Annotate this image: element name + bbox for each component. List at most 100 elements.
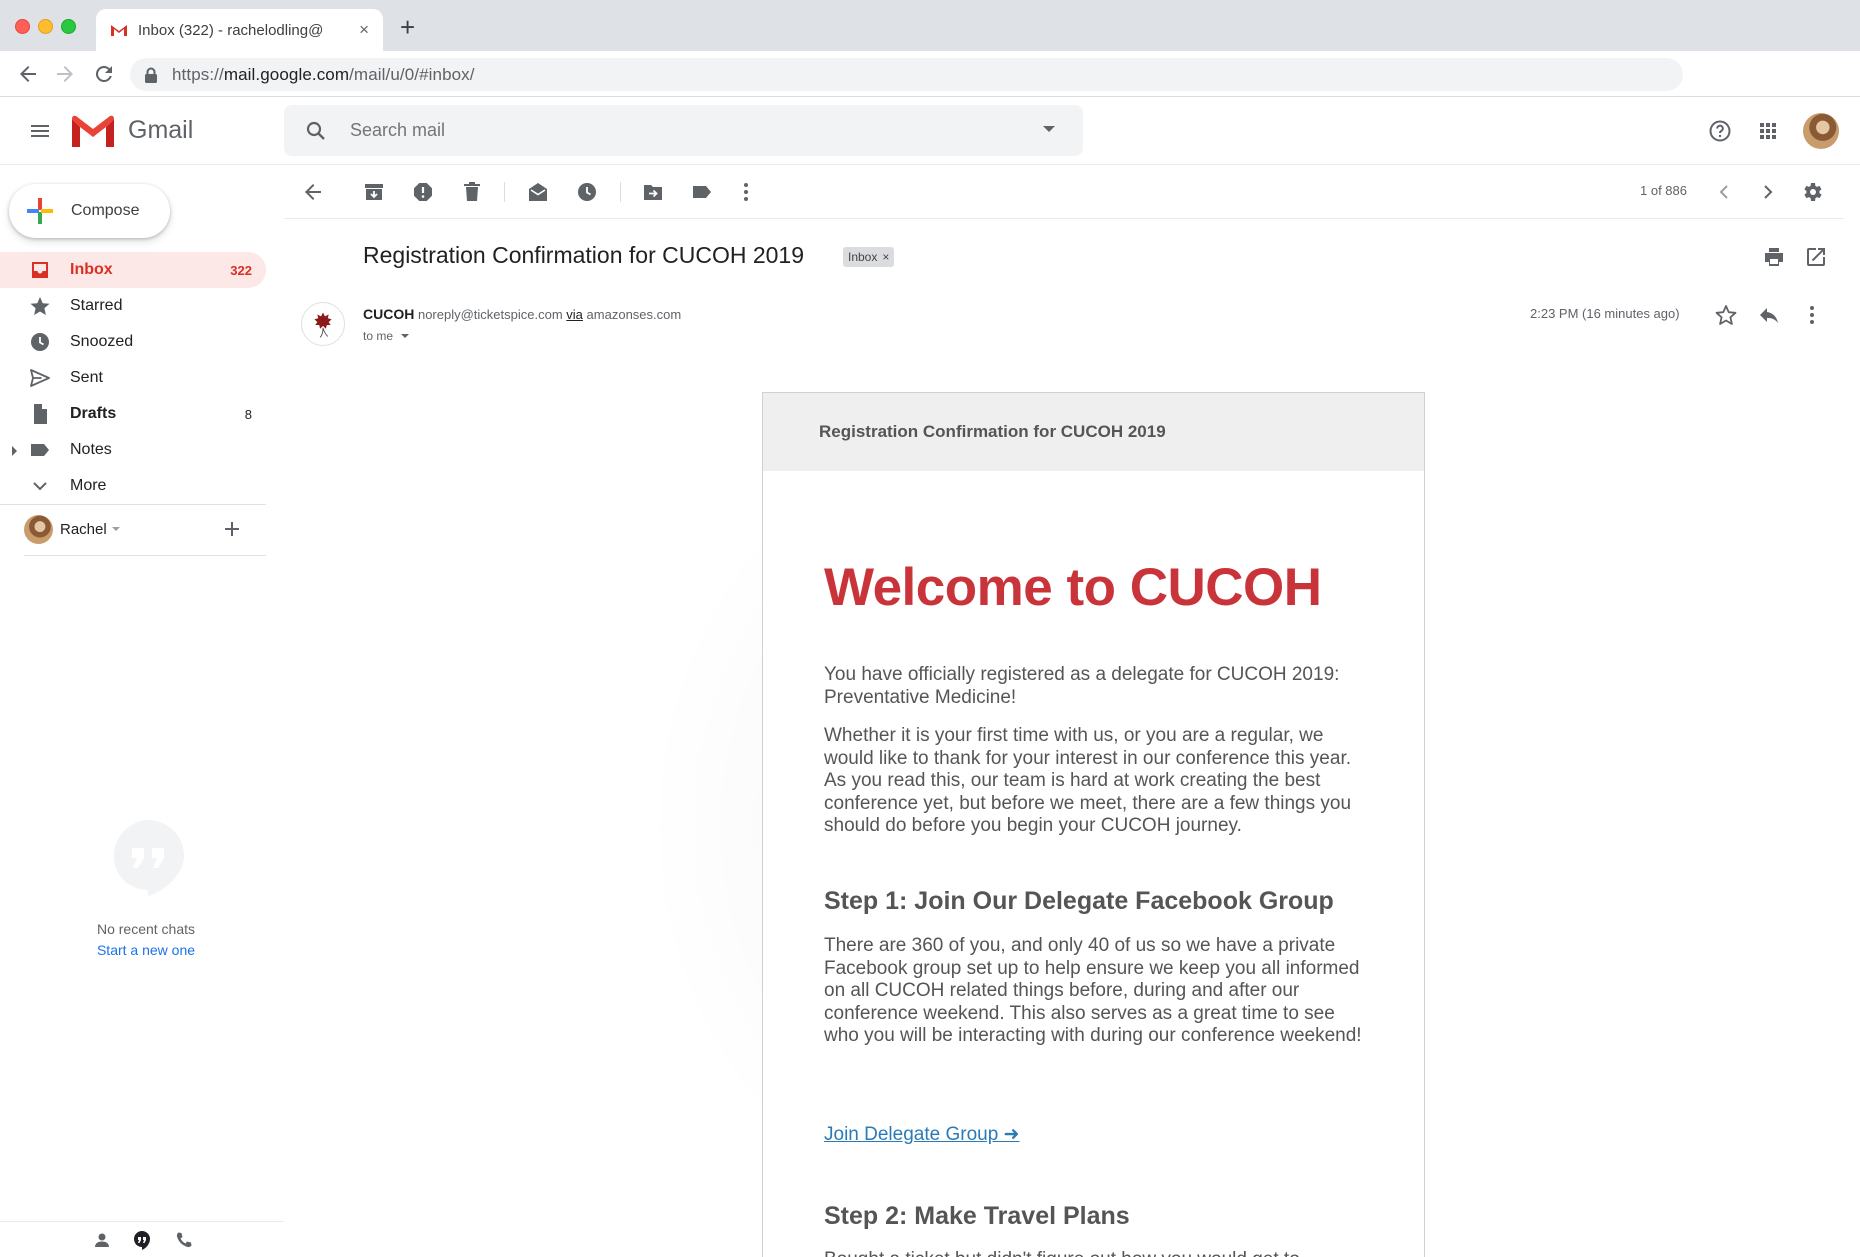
sidebar-divider: [0, 504, 266, 505]
settings-icon[interactable]: [1800, 180, 1824, 204]
search-input[interactable]: [348, 119, 998, 142]
sender-email: noreply@ticketspice.com: [417, 307, 563, 322]
toolbar-separator: [620, 182, 621, 202]
new-tab-button[interactable]: +: [400, 14, 415, 40]
delete-icon[interactable]: [460, 180, 484, 204]
add-chat-icon[interactable]: [220, 517, 244, 541]
chevron-left-icon[interactable]: [1712, 180, 1736, 204]
message-toolbar: 1 of 886: [284, 165, 1844, 219]
tab-title: Inbox (322) - rachelodling@: [138, 21, 324, 39]
sidebar-item-label: More: [70, 477, 107, 494]
search-bar[interactable]: [284, 105, 1083, 156]
thanks-paragraph: Whether it is your first time with us, o…: [824, 725, 1352, 836]
gmail-logo-icon[interactable]: [72, 115, 114, 147]
gmail-favicon-icon: [111, 25, 127, 36]
step2-heading: Step 2: Make Travel Plans: [824, 1202, 1130, 1230]
label-icon: [31, 444, 49, 456]
label-chip-text: Inbox: [848, 250, 878, 264]
reply-icon[interactable]: [1757, 303, 1781, 327]
open-in-new-window-icon[interactable]: [1804, 245, 1828, 269]
back-arrow-icon[interactable]: [301, 180, 325, 204]
expand-arrow-icon[interactable]: [12, 446, 17, 456]
window-zoom-button[interactable]: [61, 19, 76, 34]
recipient-details[interactable]: to me: [363, 329, 410, 343]
sender-line: CUCOH noreply@ticketspice.com via amazon…: [363, 306, 681, 322]
snooze-icon[interactable]: [575, 180, 599, 204]
search-options-icon[interactable]: [1043, 126, 1055, 132]
contacts-icon[interactable]: [92, 1230, 112, 1250]
address-bar: https://mail.google.com/mail/u/0/#inbox/: [0, 51, 1860, 97]
sender-name[interactable]: CUCOH: [363, 306, 414, 322]
window-minimize-button[interactable]: [38, 19, 53, 34]
mark-unread-icon[interactable]: [526, 180, 550, 204]
sidebar-item-starred[interactable]: Starred: [0, 288, 266, 324]
pagination-text: 1 of 886: [1640, 183, 1687, 198]
inbox-icon: [32, 262, 48, 278]
caret-down-icon[interactable]: [111, 527, 120, 531]
sender-avatar[interactable]: [301, 302, 345, 346]
chevron-down-icon: [33, 482, 47, 491]
browser-tab-gmail[interactable]: Inbox (322) - rachelodling@ ×: [96, 9, 383, 51]
print-icon[interactable]: [1762, 245, 1786, 269]
start-chat-link[interactable]: Start a new one: [0, 942, 292, 958]
move-to-icon[interactable]: [641, 180, 665, 204]
browser-reload-icon[interactable]: [92, 62, 116, 86]
account-avatar[interactable]: [1803, 113, 1839, 149]
search-icon[interactable]: [304, 119, 328, 143]
chevron-right-icon[interactable]: [1756, 180, 1780, 204]
email-header-title: Registration Confirmation for CUCOH 2019: [819, 422, 1166, 441]
browser-forward-icon[interactable]: [53, 62, 77, 86]
help-icon[interactable]: [1708, 119, 1732, 143]
archive-icon[interactable]: [362, 180, 386, 204]
report-spam-icon[interactable]: [411, 180, 435, 204]
sidebar-item-label: Sent: [70, 369, 103, 386]
unread-count: 322: [230, 262, 252, 278]
message-subject: Registration Confirmation for CUCOH 2019: [363, 242, 805, 268]
hangouts-user-name: Rachel: [60, 520, 107, 538]
browser-back-icon[interactable]: [16, 62, 40, 86]
draft-count: 8: [244, 406, 252, 422]
more-vert-icon[interactable]: [734, 180, 758, 204]
sidebar-item-notes[interactable]: Notes: [0, 432, 266, 468]
sidebar-item-inbox[interactable]: Inbox 322: [0, 252, 266, 288]
hangouts-bottom-bar: [0, 1221, 284, 1257]
tab-close-icon[interactable]: ×: [359, 20, 369, 40]
window-close-button[interactable]: [15, 19, 30, 34]
join-delegate-group-link[interactable]: Join Delegate Group ➜: [824, 1123, 1019, 1146]
inbox-label-chip[interactable]: Inbox ×: [843, 247, 895, 267]
email-body: Registration Confirmation for CUCOH 2019…: [762, 392, 1425, 1257]
step2-paragraph: Bought a ticket but didn't figure out ho…: [824, 1249, 1369, 1257]
step1-heading: Step 1: Join Our Delegate Facebook Group: [824, 887, 1334, 915]
star-icon[interactable]: [1714, 303, 1738, 327]
compose-button[interactable]: Compose: [9, 184, 170, 238]
hangouts-user[interactable]: Rachel: [24, 514, 266, 544]
welcome-heading: Welcome to CUCOH: [824, 558, 1322, 617]
message-timestamp: 2:23 PM (16 minutes ago): [1530, 306, 1680, 321]
gmail-wordmark[interactable]: Gmail: [128, 116, 193, 145]
sidebar-item-sent[interactable]: Sent: [0, 360, 266, 396]
remove-label-icon[interactable]: ×: [882, 250, 889, 264]
more-vert-icon[interactable]: [1800, 303, 1824, 327]
chat-bubble-icon: [113, 820, 184, 896]
main-menu-icon[interactable]: [28, 119, 52, 143]
sidebar-item-label: Snoozed: [70, 333, 134, 350]
hangouts-icon[interactable]: [132, 1230, 152, 1250]
label-icon[interactable]: [690, 180, 714, 204]
phone-icon[interactable]: [174, 1230, 194, 1250]
sidebar-item-label: Drafts: [70, 405, 117, 422]
lock-icon: [145, 67, 157, 83]
browser-tab-bar: Inbox (322) - rachelodling@ × +: [0, 0, 1860, 51]
sidebar-item-more[interactable]: More: [0, 468, 266, 504]
via-link[interactable]: via: [566, 307, 583, 322]
compose-label: Compose: [71, 202, 140, 219]
hangouts-divider: [24, 555, 266, 556]
show-details-icon[interactable]: [401, 334, 410, 338]
url-field[interactable]: https://mail.google.com/mail/u/0/#inbox/: [130, 58, 1683, 91]
recipient-text: to me: [363, 329, 394, 343]
toolbar-separator: [504, 182, 505, 202]
sidebar-item-drafts[interactable]: Drafts 8: [0, 396, 266, 432]
sidebar-item-label: Notes: [70, 441, 112, 458]
apps-grid-icon[interactable]: [1756, 119, 1780, 143]
url-text: https://mail.google.com/mail/u/0/#inbox/: [172, 64, 475, 84]
sidebar-item-snoozed[interactable]: Snoozed: [0, 324, 266, 360]
